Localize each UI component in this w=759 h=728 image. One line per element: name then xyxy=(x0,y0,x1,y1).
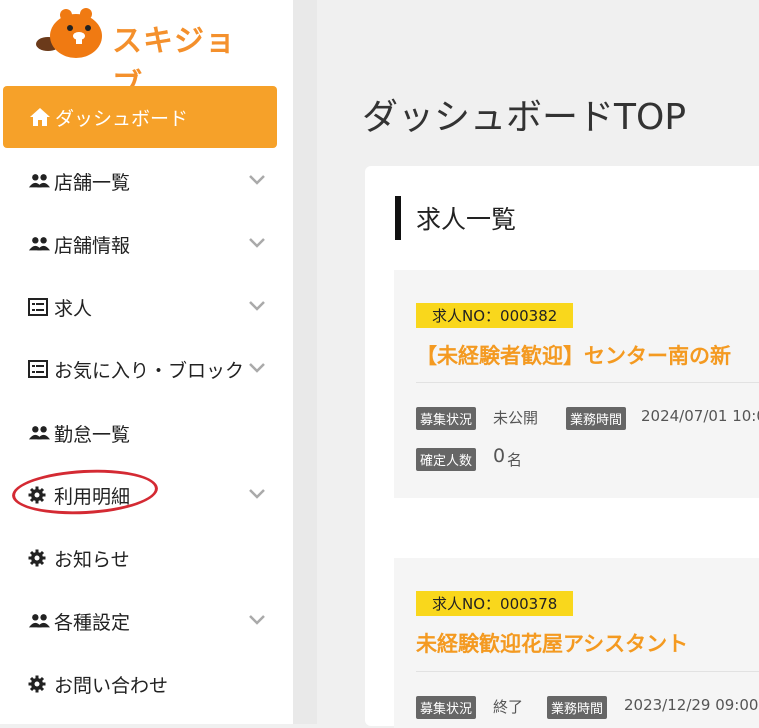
sidebar-item-settings[interactable]: 各種設定 xyxy=(0,601,276,641)
gear-icon xyxy=(28,675,50,693)
status-value: 終了 xyxy=(493,698,524,716)
sidebar-item-notices[interactable]: お知らせ xyxy=(0,538,276,578)
sidebar-item-label: 各種設定 xyxy=(54,611,131,634)
chevron-down-icon xyxy=(249,615,265,625)
confirmed-label: 確定人数 xyxy=(416,448,477,471)
users-icon xyxy=(28,172,50,190)
sidebar-item-label: お気に入り・ブロック xyxy=(54,359,245,382)
job-title-link[interactable]: 未経験歓迎花屋アシスタント xyxy=(416,628,688,658)
sidebar: スキジョブ ダッシュボード 店舗一覧 店舗情報 求人 お気に入り・ブロック xyxy=(0,0,293,724)
list-icon xyxy=(28,298,50,316)
home-icon xyxy=(29,106,51,128)
job-card[interactable]: 求人NO：000382 【未経験者歓迎】センター南の新 募集状況 未公開 業務時… xyxy=(394,270,759,498)
panel-title: 求人一覧 xyxy=(416,205,517,234)
sidebar-item-label: ダッシュボード xyxy=(55,107,189,130)
chevron-down-icon xyxy=(249,301,265,311)
chevron-down-icon xyxy=(249,363,265,373)
sidebar-item-attendance[interactable]: 勤怠一覧 xyxy=(0,413,276,453)
sidebar-item-contact[interactable]: お問い合わせ xyxy=(0,664,276,704)
users-icon xyxy=(28,424,50,442)
chevron-down-icon xyxy=(249,489,265,499)
gear-icon xyxy=(28,549,50,567)
chevron-down-icon xyxy=(249,238,265,248)
sidebar-item-label: お問い合わせ xyxy=(54,674,169,697)
sidebar-item-label: 求人 xyxy=(54,297,93,320)
sidebar-item-dashboard[interactable]: ダッシュボード xyxy=(3,86,277,148)
hours-label: 業務時間 xyxy=(566,407,627,430)
confirmed-unit: 名 xyxy=(507,451,523,469)
brand-logo[interactable]: スキジョブ xyxy=(34,4,254,103)
sidebar-item-label: 勤怠一覧 xyxy=(54,423,131,446)
hours-label: 業務時間 xyxy=(547,696,608,719)
divider xyxy=(416,671,759,672)
sidebar-item-favorites-block[interactable]: お気に入り・ブロック xyxy=(0,349,276,389)
sidebar-item-label: お知らせ xyxy=(54,548,130,571)
job-number-badge: 求人NO：000382 xyxy=(416,303,574,328)
users-icon xyxy=(28,235,50,253)
users-icon xyxy=(28,612,50,630)
sidebar-divider xyxy=(293,0,317,724)
confirmed-count: 0 xyxy=(493,445,506,467)
job-title-link[interactable]: 【未経験者歓迎】センター南の新 xyxy=(416,340,731,370)
panel-title-bar xyxy=(395,196,401,240)
hours-value: 2023/12/29 09:00- xyxy=(624,696,759,714)
beaver-logo-icon xyxy=(36,8,102,58)
list-icon xyxy=(28,360,50,378)
divider xyxy=(416,382,759,383)
sidebar-item-label: 店舗情報 xyxy=(54,234,131,257)
job-number-badge: 求人NO：000378 xyxy=(416,591,574,616)
page-title: ダッシュボードTOP xyxy=(362,97,687,138)
hours-value: 2024/07/01 10:0 xyxy=(641,407,759,425)
chevron-down-icon xyxy=(249,175,265,185)
sidebar-item-store-info[interactable]: 店舗情報 xyxy=(0,224,276,264)
job-card[interactable]: 求人NO：000378 未経験歓迎花屋アシスタント 募集状況 終了 業務時間 2… xyxy=(394,558,759,728)
sidebar-item-store-list[interactable]: 店舗一覧 xyxy=(0,161,276,201)
status-label: 募集状況 xyxy=(416,407,477,430)
sidebar-item-jobs[interactable]: 求人 xyxy=(0,287,276,327)
sidebar-item-label: 店舗一覧 xyxy=(54,171,131,194)
status-label: 募集状況 xyxy=(416,696,477,719)
status-value: 未公開 xyxy=(493,409,539,427)
